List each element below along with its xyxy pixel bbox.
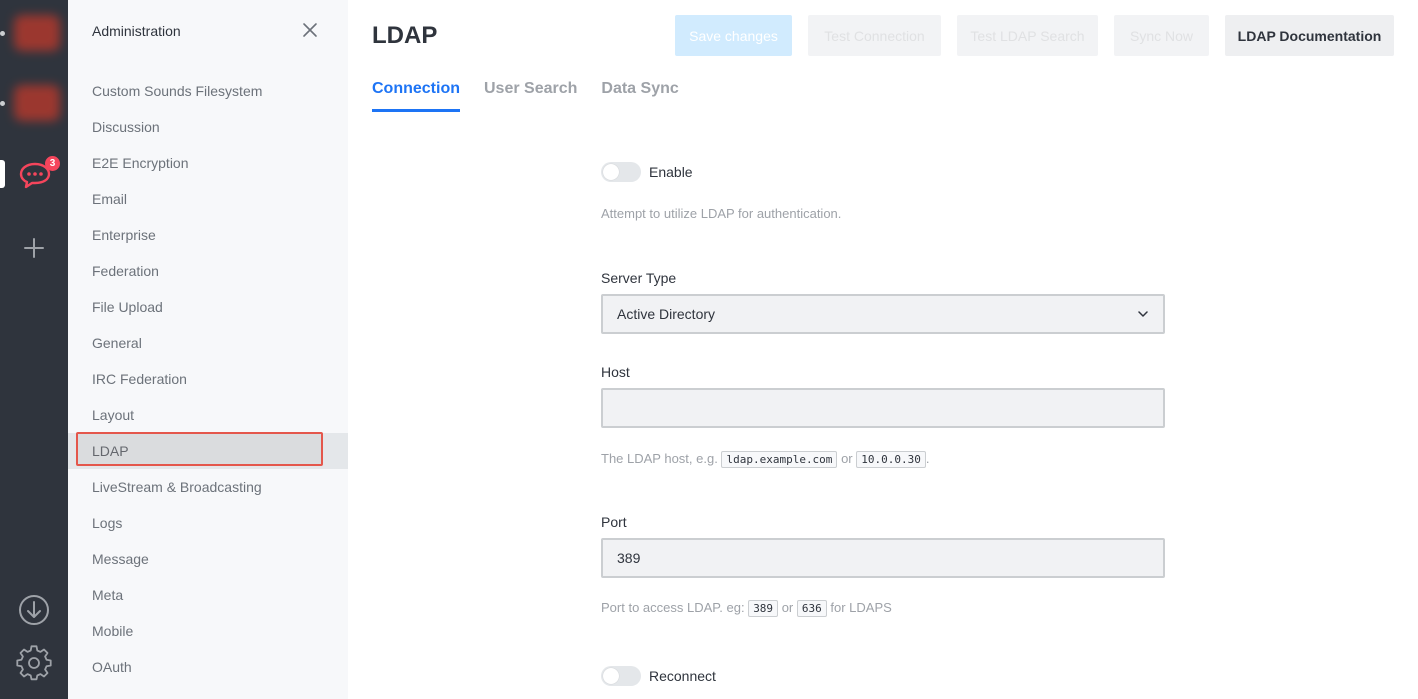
reconnect-label: Reconnect (649, 668, 716, 684)
ldap-documentation-button[interactable]: LDAP Documentation (1225, 15, 1394, 56)
host-ip-example-code: 10.0.0.30 (856, 451, 926, 468)
server-type-label: Server Type (601, 270, 677, 286)
sidebar-item-logs[interactable]: Logs (68, 505, 348, 541)
unread-badge: 3 (45, 156, 60, 171)
active-workspace-bar (0, 160, 5, 188)
host-input[interactable] (601, 388, 1165, 428)
workspace-avatar-2[interactable] (14, 85, 60, 121)
workspace-indicator (0, 31, 5, 36)
admin-sidebar: Administration Custom Sounds Filesystem … (68, 0, 348, 699)
host-hint-text: The LDAP host, e.g. (601, 451, 718, 466)
workspace-indicator (0, 101, 5, 106)
port-input[interactable]: 389 (601, 538, 1165, 578)
sidebar-item-oauth[interactable]: OAuth (68, 649, 348, 685)
port-example-code: 389 (748, 600, 779, 617)
add-workspace-icon[interactable] (22, 236, 46, 260)
tab-user-search[interactable]: User Search (484, 80, 577, 112)
save-changes-button[interactable]: Save changes (675, 15, 792, 56)
sidebar-title: Administration (92, 23, 181, 39)
workspace-rail: 3 (0, 0, 68, 699)
sidebar-item-irc-federation[interactable]: IRC Federation (68, 361, 348, 397)
sidebar-list: Custom Sounds Filesystem Discussion E2E … (68, 73, 348, 685)
host-example-code: ldap.example.com (721, 451, 838, 468)
host-label: Host (601, 364, 630, 380)
workspace-avatar-1[interactable] (14, 15, 60, 51)
port-hint: Port to access LDAP. eg: 389 or 636 for … (601, 600, 892, 617)
sidebar-item-file-upload[interactable]: File Upload (68, 289, 348, 325)
ldaps-port-code: 636 (796, 600, 827, 617)
sidebar-item-e2e-encryption[interactable]: E2E Encryption (68, 145, 348, 181)
enable-toggle[interactable] (601, 162, 641, 182)
sidebar-item-enterprise[interactable]: Enterprise (68, 217, 348, 253)
port-hint-suffix: for LDAPS (830, 600, 892, 615)
main-panel: LDAP Save changes Test Connection Test L… (348, 0, 1418, 699)
tab-connection[interactable]: Connection (372, 80, 460, 112)
close-icon[interactable] (300, 20, 320, 40)
gear-icon[interactable] (16, 645, 52, 681)
sidebar-item-custom-sounds-filesystem[interactable]: Custom Sounds Filesystem (68, 73, 348, 109)
sync-now-button[interactable]: Sync Now (1114, 15, 1209, 56)
sidebar-item-general[interactable]: General (68, 325, 348, 361)
sidebar-item-email[interactable]: Email (68, 181, 348, 217)
sidebar-item-livestream[interactable]: LiveStream & Broadcasting (68, 469, 348, 505)
sidebar-item-message[interactable]: Message (68, 541, 348, 577)
host-hint-suffix: . (925, 451, 930, 466)
port-hint-text: Port to access LDAP. eg: (601, 600, 745, 615)
enable-label: Enable (649, 164, 693, 180)
server-type-value: Active Directory (617, 306, 716, 322)
sidebar-item-ldap[interactable]: LDAP (68, 433, 348, 469)
chevron-down-icon (1138, 311, 1148, 317)
test-connection-button[interactable]: Test Connection (808, 15, 941, 56)
sidebar-item-mobile[interactable]: Mobile (68, 613, 348, 649)
sidebar-item-layout[interactable]: Layout (68, 397, 348, 433)
enable-hint: Attempt to utilize LDAP for authenticati… (601, 206, 842, 221)
port-label: Port (601, 514, 627, 530)
sidebar-item-meta[interactable]: Meta (68, 577, 348, 613)
sidebar-item-federation[interactable]: Federation (68, 253, 348, 289)
tab-bar: Connection User Search Data Sync (372, 80, 679, 112)
server-type-select[interactable]: Active Directory (601, 294, 1165, 334)
tab-data-sync[interactable]: Data Sync (601, 80, 678, 112)
port-value: 389 (617, 550, 641, 566)
sidebar-item-discussion[interactable]: Discussion (68, 109, 348, 145)
download-icon[interactable] (17, 593, 51, 627)
page-title: LDAP (372, 22, 438, 49)
reconnect-toggle[interactable] (601, 666, 641, 686)
host-hint: The LDAP host, e.g. ldap.example.com or … (601, 451, 930, 468)
test-ldap-search-button[interactable]: Test LDAP Search (957, 15, 1098, 56)
port-hint-or: or (781, 600, 794, 615)
host-hint-or: or (841, 451, 853, 466)
